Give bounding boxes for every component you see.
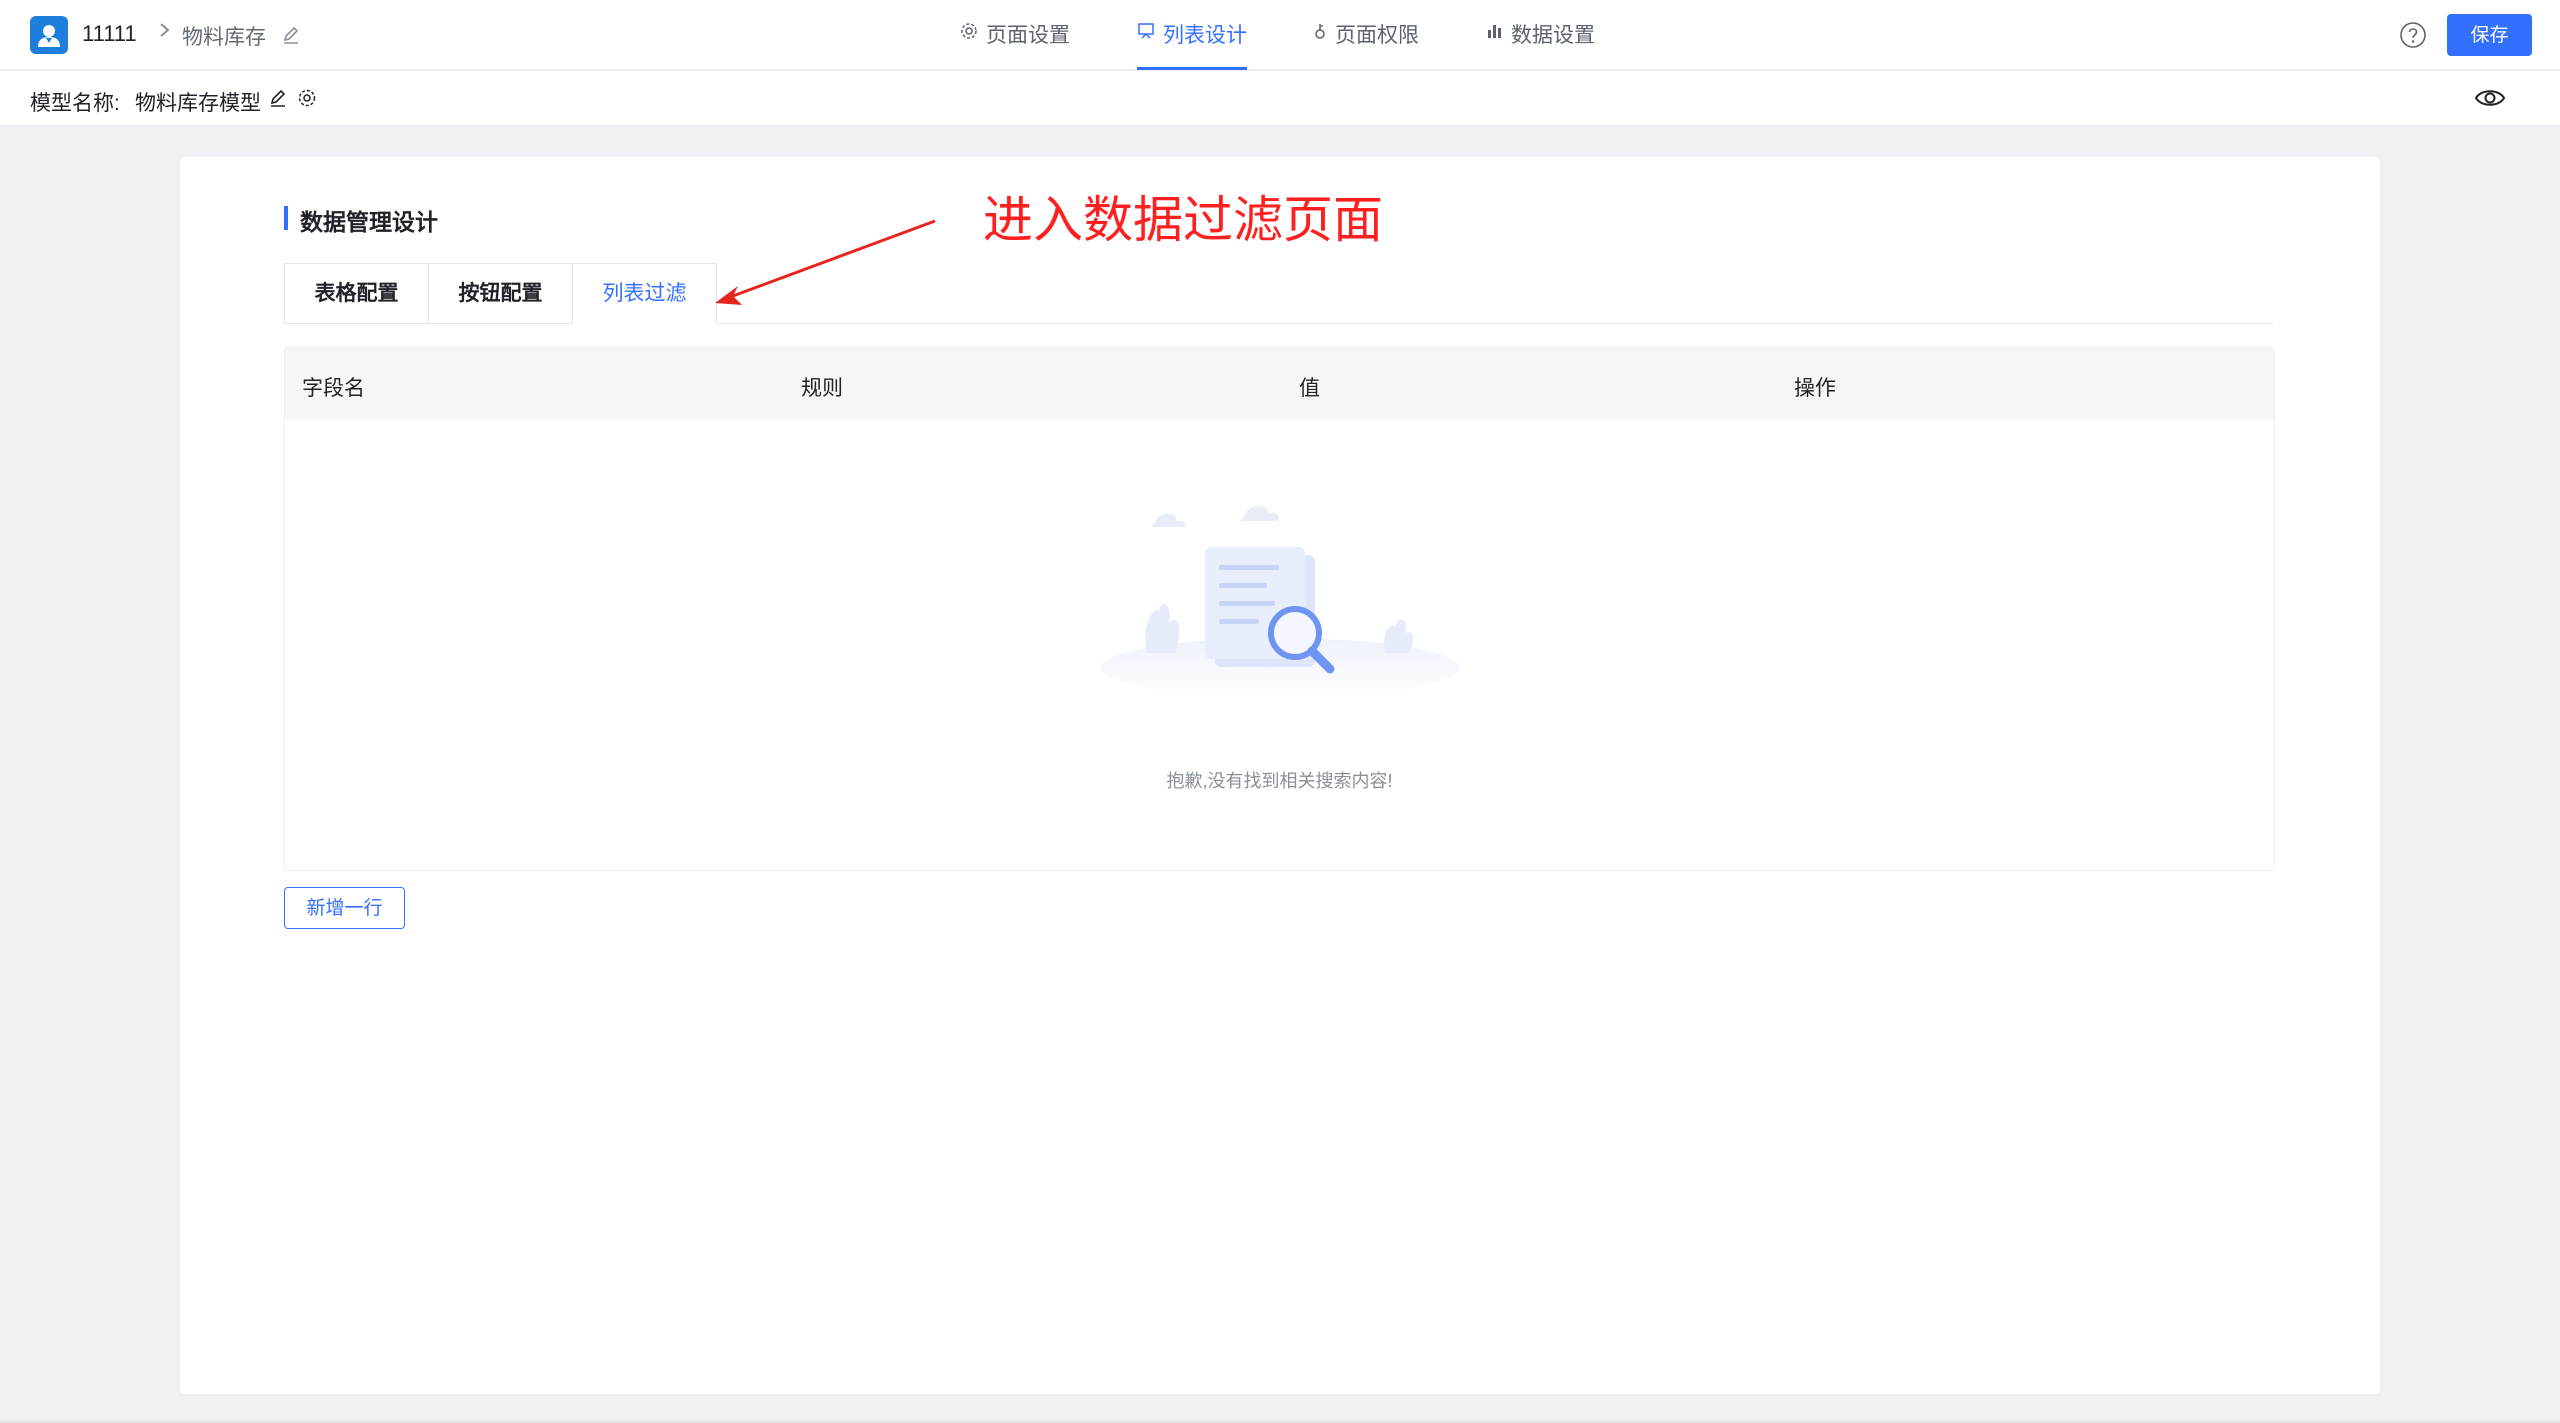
empty-state-illustration-icon [1095, 503, 1465, 698]
filter-table: 字段名 规则 值 操作 抱歉,没有找到相关搜索内容! [284, 347, 2275, 871]
tab-page-permissions-label: 页面权限 [1335, 24, 1419, 47]
column-header-value: 值 [1299, 377, 1320, 400]
edit-model-icon[interactable] [268, 88, 288, 108]
column-header-rule: 规则 [801, 377, 843, 400]
help-icon[interactable] [2399, 21, 2427, 54]
top-bar: 11111 物料库存 页面设置 列表设计 页面权限 数据设置 保存 [0, 0, 2560, 70]
breadcrumb-chevron-icon [158, 20, 172, 46]
main-card: 数据管理设计 表格配置 按钮配置 列表过滤 字段名 规则 值 操作 抱歉,没有找… [180, 157, 2380, 1394]
model-bar: 模型名称: 物料库存模型 [0, 71, 2560, 126]
model-name-value: 物料库存模型 [135, 92, 261, 115]
edit-page-name-icon[interactable] [281, 25, 301, 45]
save-button[interactable]: 保存 [2447, 14, 2532, 56]
column-header-action: 操作 [1794, 377, 1836, 400]
preview-eye-icon[interactable] [2474, 85, 2506, 116]
tab-list-design-label: 列表设计 [1163, 24, 1247, 47]
page-name: 物料库存 [182, 26, 266, 49]
app-logo-icon[interactable] [30, 16, 68, 54]
key-icon [1313, 0, 1327, 70]
empty-state-text: 抱歉,没有找到相关搜索内容! [1166, 771, 1393, 791]
tab-list-design[interactable]: 列表设计 [1137, 0, 1247, 70]
tab-page-permissions[interactable]: 页面权限 [1313, 0, 1419, 70]
bar-chart-icon [1485, 0, 1503, 70]
model-name-label: 模型名称: [30, 92, 120, 115]
tab-data-settings-label: 数据设置 [1511, 24, 1595, 47]
tab-button-config[interactable]: 按钮配置 [428, 263, 573, 324]
add-row-button[interactable]: 新增一行 [284, 887, 405, 929]
tab-list-filter[interactable]: 列表过滤 [572, 263, 717, 324]
list-design-icon [1137, 0, 1155, 70]
tab-table-config[interactable]: 表格配置 [284, 263, 429, 324]
tab-data-settings[interactable]: 数据设置 [1485, 0, 1595, 70]
table-header: 字段名 规则 值 操作 [285, 348, 2274, 420]
tab-page-settings[interactable]: 页面设置 [960, 0, 1070, 70]
app-name[interactable]: 11111 [82, 21, 137, 47]
tab-page-settings-label: 页面设置 [986, 24, 1070, 47]
model-settings-gear-icon[interactable] [297, 88, 317, 108]
section-title: 数据管理设计 [284, 203, 438, 237]
gear-icon [960, 0, 978, 70]
column-header-field-name: 字段名 [302, 377, 365, 400]
annotation-text: 进入数据过滤页面 [983, 191, 1383, 249]
